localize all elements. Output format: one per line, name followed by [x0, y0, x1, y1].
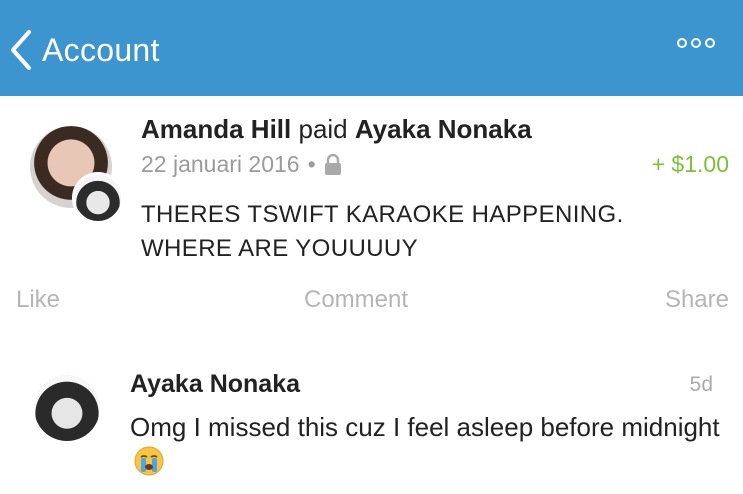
payer-name[interactable]: Amanda Hill	[141, 114, 291, 144]
comment-time: 5d	[689, 373, 713, 396]
more-dot-icon	[705, 38, 715, 48]
navigation-bar: Account	[0, 0, 743, 96]
comment-author[interactable]: Ayaka Nonaka	[130, 370, 300, 399]
share-button[interactable]: Share	[665, 286, 729, 314]
lock-icon	[324, 153, 342, 176]
like-button[interactable]: Like	[16, 286, 60, 314]
comment-text-block: Omg I missed this cuz I feel asleep befo…	[130, 409, 720, 485]
more-dot-icon	[691, 38, 701, 48]
commenter-avatar[interactable]	[34, 375, 100, 441]
meta-separator: •	[307, 151, 316, 177]
payment-verb: paid	[298, 114, 348, 144]
payment-message: THERES TSWIFT KARAOKE HAPPENING. WHERE A…	[141, 201, 624, 262]
crying-face-icon	[134, 446, 164, 485]
payment-amount: + $1.00	[651, 151, 729, 177]
payment-meta: 22 januari 2016 •	[141, 151, 342, 178]
comment-text: Omg I missed this cuz I feel asleep befo…	[130, 412, 720, 442]
payee-name[interactable]: Ayaka Nonaka	[355, 114, 532, 144]
back-button[interactable]: Account	[10, 28, 160, 72]
payment-headline: Amanda Hill paid Ayaka Nonaka	[141, 114, 532, 145]
back-label: Account	[42, 31, 160, 68]
more-dot-icon	[677, 38, 687, 48]
more-options-button[interactable]	[677, 38, 715, 48]
comment-button[interactable]: Comment	[304, 286, 408, 314]
chevron-left-icon	[10, 30, 32, 70]
payment-date: 22 januari 2016	[141, 151, 300, 177]
action-bar: Like Comment Share	[0, 286, 743, 316]
payee-avatar[interactable]	[72, 172, 124, 224]
